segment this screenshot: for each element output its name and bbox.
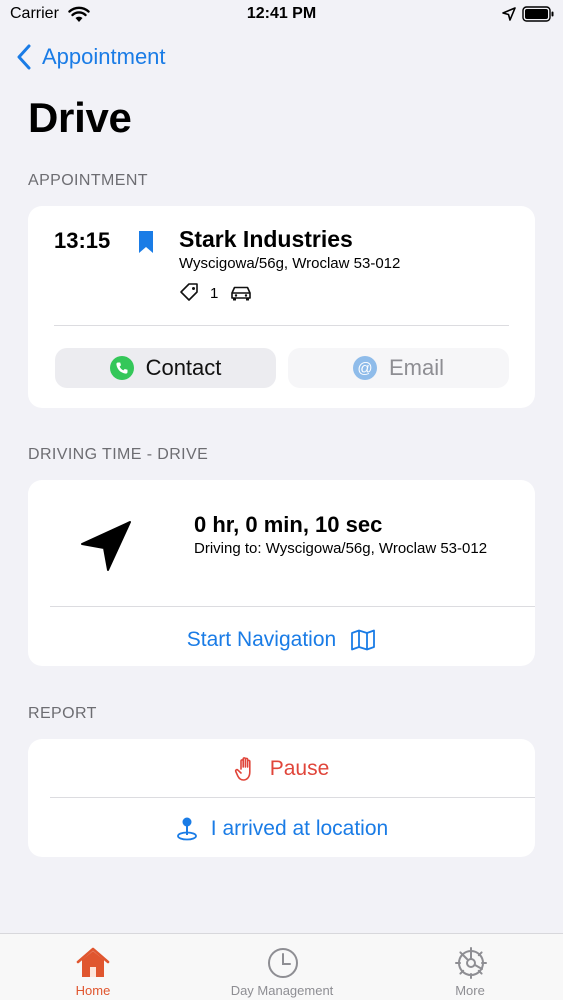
divider — [50, 606, 535, 607]
tab-home[interactable]: Home — [0, 934, 188, 1000]
phone-icon — [109, 356, 134, 380]
start-navigation-label: Start Navigation — [186, 628, 337, 651]
tag-icon — [180, 283, 198, 301]
bookmark-icon — [139, 231, 153, 253]
status-time: 12:41 PM — [246, 5, 317, 22]
report-card: Pause I arrived at location — [28, 739, 535, 857]
at-icon: @ — [352, 356, 377, 380]
map-pin-icon — [176, 817, 197, 841]
page-title: Drive — [28, 94, 132, 141]
contact-button[interactable]: Contact — [55, 348, 276, 388]
appointment-card: 13:15 Stark Industries Wyscigowa/56g, Wr… — [28, 206, 535, 408]
driving-destination: Driving to: Wyscigowa/56g, Wroclaw 53-01… — [194, 540, 488, 557]
navigation-arrow-icon — [81, 521, 131, 571]
gear-icon — [455, 947, 487, 979]
clock-icon — [268, 948, 298, 978]
report-section-header: REPORT — [28, 705, 97, 722]
company-name: Stark Industries — [179, 226, 353, 252]
battery-icon — [522, 6, 554, 22]
arrived-label: I arrived at location — [210, 817, 389, 840]
tag-count: 1 — [210, 285, 219, 302]
tab-day-management[interactable]: Day Management — [188, 934, 376, 1000]
location-arrow-icon — [502, 7, 516, 21]
tab-more[interactable]: More — [376, 934, 563, 1000]
chevron-left-icon — [17, 44, 31, 70]
tab-day-management-label: Day Management — [230, 983, 334, 998]
divider — [50, 797, 535, 798]
pause-label: Pause — [269, 757, 330, 780]
tab-more-label: More — [455, 983, 485, 998]
contact-button-label: Contact — [145, 355, 222, 380]
email-button[interactable]: @ Email — [288, 348, 509, 388]
tab-home-label: Home — [75, 983, 111, 998]
driving-card: 0 hr, 0 min, 10 sec Driving to: Wyscigow… — [28, 480, 535, 666]
house-icon — [76, 947, 110, 977]
divider — [54, 325, 509, 326]
status-bar: Carrier 12:41 PM — [0, 0, 563, 30]
drive-duration: 0 hr, 0 min, 10 sec — [194, 512, 383, 537]
tab-bar: Home Day Management More — [0, 933, 563, 1000]
appointment-time: 13:15 — [54, 228, 111, 253]
driving-section-header: DRIVING TIME - DRIVE — [28, 446, 209, 463]
start-navigation-button[interactable]: Start Navigation — [28, 620, 535, 660]
hand-raised-icon — [234, 757, 251, 781]
email-button-label: Email — [388, 355, 444, 380]
pause-button[interactable]: Pause — [28, 741, 535, 797]
car-icon — [231, 286, 251, 301]
appointment-section-header: APPOINTMENT — [28, 172, 148, 189]
back-button[interactable]: Appointment — [16, 42, 166, 72]
arrived-at-location-button[interactable]: I arrived at location — [28, 801, 535, 857]
map-icon — [351, 629, 376, 651]
back-button-label: Appointment — [42, 44, 166, 69]
appointment-address: Wyscigowa/56g, Wroclaw 53-012 — [179, 255, 401, 272]
